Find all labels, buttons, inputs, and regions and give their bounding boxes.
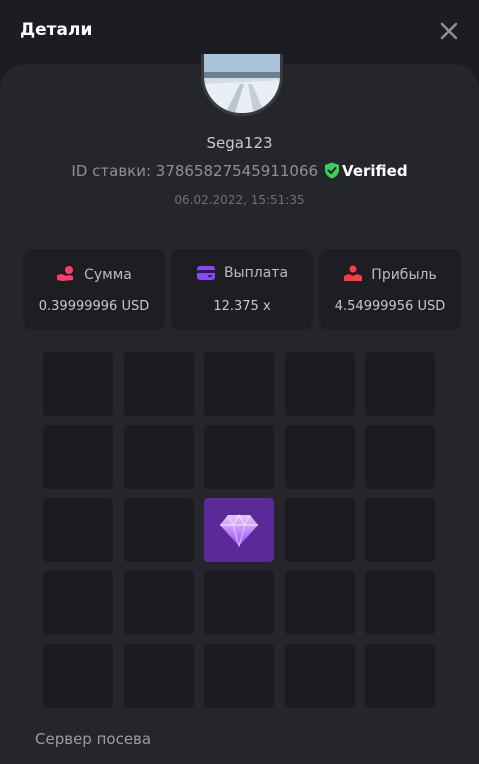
stat-card-amount: Сумма 0.39999996 USD: [23, 249, 165, 330]
server-seed-label: Сервер посева: [35, 730, 152, 748]
board-tile[interactable]: [43, 571, 113, 635]
board-tile[interactable]: [204, 644, 274, 708]
board-tile[interactable]: [365, 644, 435, 708]
board-tile[interactable]: [123, 498, 194, 562]
board-tile[interactable]: [123, 571, 194, 635]
board-tile[interactable]: [365, 571, 435, 635]
stat-card-profit: Прибыль 4.54999956 USD: [319, 249, 461, 330]
board-tile[interactable]: [43, 498, 113, 562]
mines-board: [43, 352, 437, 708]
board-tile-gem[interactable]: [204, 498, 274, 562]
stat-value: 12.375 x: [213, 299, 271, 314]
verified-label: Verified: [342, 162, 408, 180]
board-tile[interactable]: [365, 425, 435, 489]
verified-shield-icon: [324, 162, 340, 183]
bet-id-line: ID ставки: 37865827545911066 Verified: [0, 162, 479, 183]
board-tile[interactable]: [123, 425, 194, 489]
board-tile[interactable]: [365, 498, 435, 562]
stat-card-payout: Выплата 12.375 x: [171, 249, 313, 330]
close-icon[interactable]: [437, 19, 461, 43]
page-title: Детали: [20, 20, 93, 40]
board-tile[interactable]: [204, 571, 274, 635]
board-tile[interactable]: [43, 425, 113, 489]
board-tile[interactable]: [123, 644, 194, 708]
board-tile[interactable]: [204, 352, 274, 416]
stat-label: Выплата: [223, 265, 289, 281]
username: Sega123: [206, 134, 273, 152]
bet-date: 06.02.2022, 15:51:35: [174, 193, 305, 207]
board-tile[interactable]: [284, 425, 355, 489]
card-icon: [196, 266, 215, 280]
board-tile[interactable]: [204, 425, 274, 489]
board-tile[interactable]: [43, 352, 113, 416]
stat-label: Прибыль: [371, 267, 437, 283]
stat-value: 4.54999956 USD: [334, 299, 446, 314]
stat-label: Сумма: [84, 267, 132, 283]
coin-hand-icon: [57, 266, 74, 281]
board-tile[interactable]: [284, 352, 355, 416]
stat-value: 0.39999996 USD: [38, 299, 150, 314]
gem-icon: [220, 514, 258, 547]
board-tile[interactable]: [284, 498, 355, 562]
board-tile[interactable]: [284, 571, 355, 635]
bet-id: ID ставки: 37865827545911066: [71, 162, 319, 180]
profit-hand-icon: [344, 265, 363, 281]
board-tile[interactable]: [43, 644, 113, 708]
board-tile[interactable]: [123, 352, 194, 416]
board-tile[interactable]: [365, 352, 435, 416]
board-tile[interactable]: [284, 644, 355, 708]
